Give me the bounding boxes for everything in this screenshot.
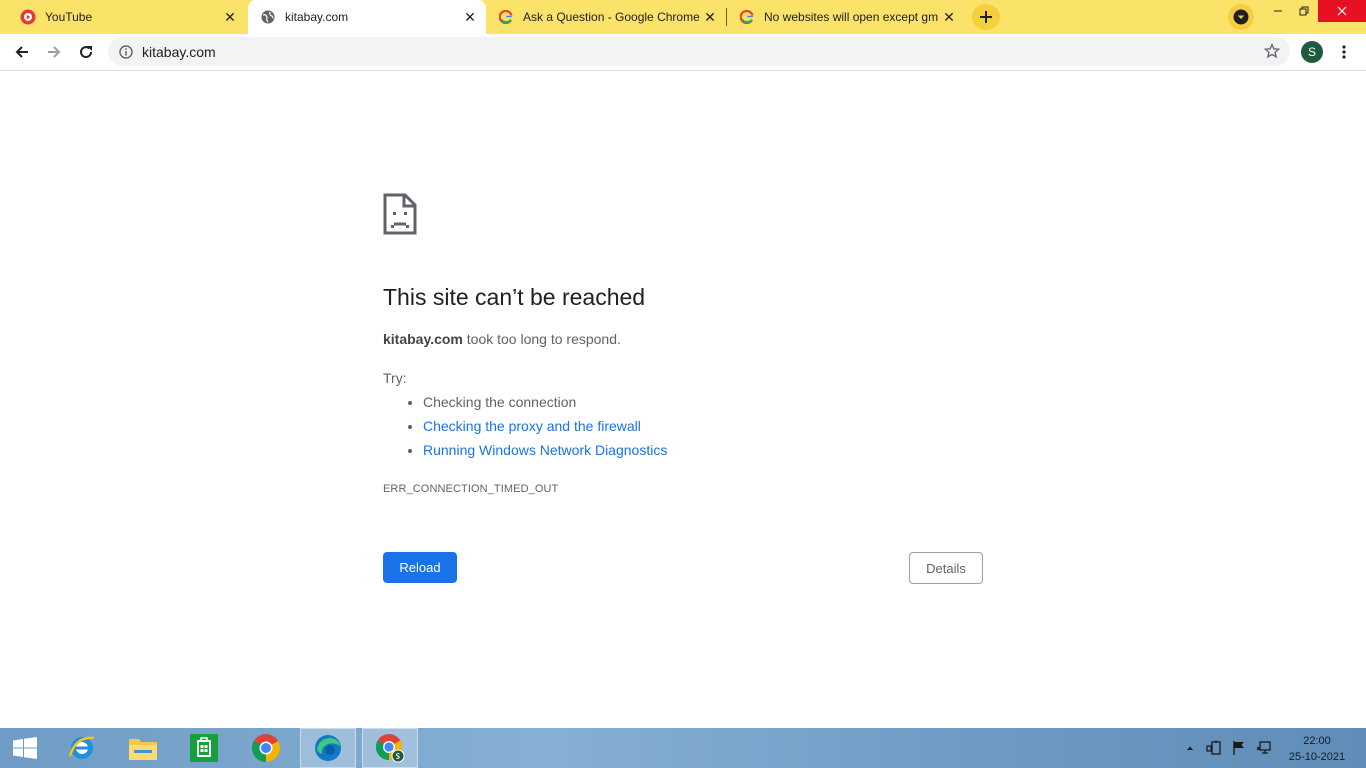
- tab-title: Ask a Question - Google Chrome: [523, 10, 700, 24]
- back-button[interactable]: [8, 38, 36, 66]
- chrome-profile-icon: [375, 734, 405, 763]
- minimize-button[interactable]: [1266, 0, 1290, 22]
- address-bar[interactable]: kitabay.com: [108, 37, 1290, 66]
- google-icon: [739, 9, 755, 25]
- suggestions-list: Checking the connection Checking the pro…: [383, 392, 667, 464]
- suggestion-check-connection: Checking the connection: [423, 392, 667, 416]
- tab-no-websites[interactable]: No websites will open except gm ✕: [727, 0, 965, 34]
- taskbar: 22:00 25-10-2021: [0, 728, 1366, 768]
- chevron-down-icon: [1233, 9, 1249, 25]
- restore-button[interactable]: [1292, 0, 1316, 22]
- battery-plug-icon: [1206, 740, 1221, 755]
- close-icon[interactable]: ✕: [460, 7, 480, 27]
- edge-icon: [315, 735, 341, 761]
- details-button[interactable]: Details: [909, 552, 983, 584]
- windows-start-icon: [13, 737, 37, 759]
- more-vert-icon: [1342, 45, 1346, 59]
- flag-icon: [1233, 741, 1244, 755]
- google-icon: [498, 9, 514, 25]
- error-host: kitabay.com: [383, 331, 463, 347]
- clock-date: 25-10-2021: [1288, 751, 1346, 763]
- system-clock[interactable]: 22:00 25-10-2021: [1286, 733, 1348, 765]
- tab-strip: YouTube ✕ kitabay.com ✕ Ask a Question -…: [0, 0, 1366, 34]
- file-explorer-icon: [129, 739, 157, 760]
- url-text[interactable]: kitabay.com: [142, 44, 216, 60]
- star-icon[interactable]: [1263, 42, 1281, 59]
- suggestion-network-diagnostics[interactable]: Running Windows Network Diagnostics: [423, 440, 667, 464]
- sad-page-icon: [383, 193, 417, 235]
- taskbar-chrome[interactable]: [238, 728, 294, 768]
- error-code: ERR_CONNECTION_TIMED_OUT: [383, 483, 559, 495]
- restore-icon: [1299, 6, 1309, 16]
- reload-button[interactable]: Reload: [383, 552, 457, 583]
- close-icon[interactable]: ✕: [939, 7, 959, 27]
- new-tab-button[interactable]: [972, 4, 1000, 30]
- store-icon: [190, 734, 218, 762]
- tab-search-button[interactable]: [1228, 4, 1254, 30]
- arrow-left-icon: [15, 46, 28, 58]
- network-icon: [1256, 741, 1271, 754]
- close-icon: [1337, 6, 1347, 16]
- youtube-icon: [20, 9, 36, 25]
- error-description: kitabay.com took too long to respond.: [383, 331, 621, 347]
- tab-title: kitabay.com: [285, 10, 349, 24]
- try-label: Try:: [383, 370, 407, 386]
- tab-title: No websites will open except gm: [764, 10, 939, 24]
- window-close-button[interactable]: [1318, 0, 1366, 22]
- check-proxy-link[interactable]: Checking the proxy and the firewall: [423, 418, 641, 434]
- chrome-icon: [252, 734, 280, 762]
- tab-ask-question[interactable]: Ask a Question - Google Chrome ✕: [486, 0, 726, 34]
- error-title: This site can’t be reached: [383, 284, 646, 310]
- action-center-flag-button[interactable]: [1231, 740, 1247, 756]
- taskbar-chrome-profile[interactable]: [362, 728, 418, 768]
- minimize-icon: [1274, 10, 1282, 12]
- arrow-right-icon: [48, 46, 61, 58]
- network-diagnostics-link[interactable]: Running Windows Network Diagnostics: [423, 442, 667, 458]
- network-tray-button[interactable]: [1256, 740, 1272, 756]
- start-button[interactable]: [0, 728, 50, 768]
- clock-time: 22:00: [1303, 735, 1331, 747]
- chevron-up-icon: [1187, 746, 1193, 750]
- tab-kitabay[interactable]: kitabay.com ✕: [248, 0, 486, 34]
- tab-youtube[interactable]: YouTube ✕: [8, 0, 246, 34]
- error-message: took too long to respond.: [462, 331, 621, 347]
- tab-title: YouTube: [45, 10, 93, 24]
- reload-icon: [80, 46, 93, 59]
- menu-button[interactable]: [1330, 38, 1358, 66]
- info-icon[interactable]: [118, 44, 134, 60]
- taskbar-edge[interactable]: [300, 728, 356, 768]
- battery-tray-button[interactable]: [1206, 740, 1222, 756]
- plus-icon: [980, 11, 992, 23]
- close-icon[interactable]: ✕: [220, 7, 240, 27]
- reload-toolbar-button[interactable]: [72, 38, 100, 66]
- close-icon[interactable]: ✕: [700, 7, 720, 27]
- show-hidden-icons-button[interactable]: [1182, 740, 1198, 756]
- suggestion-check-proxy[interactable]: Checking the proxy and the firewall: [423, 416, 667, 440]
- taskbar-internet-explorer[interactable]: [54, 728, 110, 768]
- internet-explorer-icon: [68, 736, 95, 759]
- taskbar-file-explorer[interactable]: [115, 728, 171, 768]
- forward-button[interactable]: [40, 38, 68, 66]
- taskbar-store[interactable]: [176, 728, 232, 768]
- avatar[interactable]: S: [1301, 41, 1323, 63]
- browser-toolbar: kitabay.com S: [0, 34, 1366, 71]
- globe-icon: [260, 9, 276, 25]
